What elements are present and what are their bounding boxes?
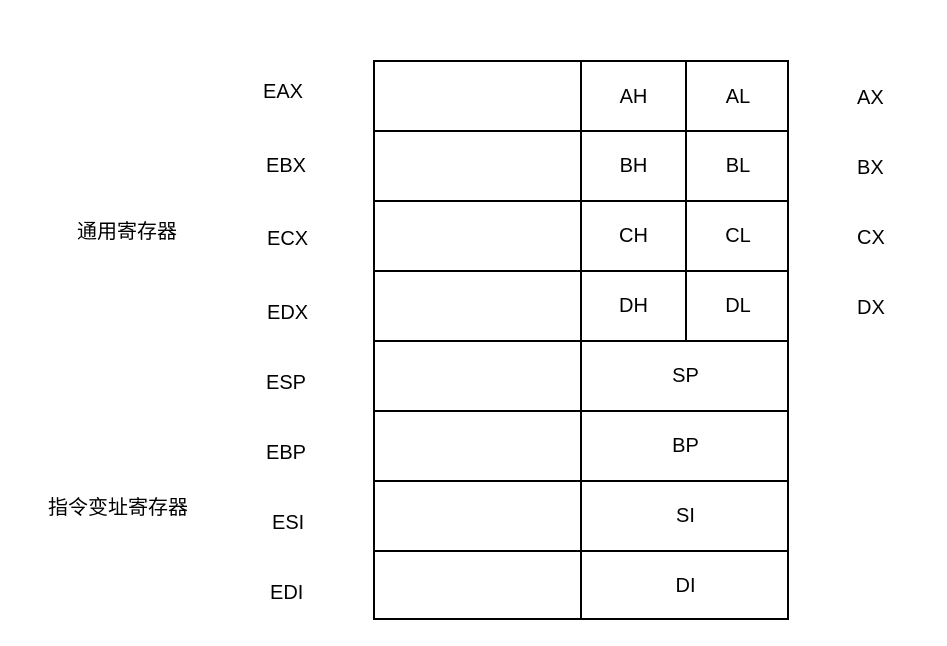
upper-half-cell (375, 412, 580, 480)
index-registers-label: 指令变址寄存器 (48, 495, 188, 519)
lower-word-cell: DI (580, 552, 789, 620)
register-row-edi: DI (375, 550, 787, 620)
register-row-eax: AH AL (375, 62, 787, 132)
register-row-esp: SP (375, 340, 787, 410)
register-word-ax: AX (857, 87, 884, 109)
register-name-esp: ESP (266, 372, 307, 394)
register-name-esi: ESI (272, 512, 305, 534)
register-word-cx: CX (857, 227, 885, 249)
register-row-ebp: BP (375, 410, 787, 480)
high-byte-cell: DH (580, 272, 685, 340)
register-name-edi: EDI (270, 582, 304, 604)
register-layout-diagram: AH AL BH BL CH CL DH DL SP BP SI DI (373, 60, 789, 620)
register-name-ebp: EBP (266, 442, 307, 464)
high-byte-cell: BH (580, 132, 685, 200)
register-name-ecx: ECX (267, 228, 309, 250)
register-word-dx: DX (857, 297, 885, 319)
register-row-esi: SI (375, 480, 787, 550)
register-name-ebx: EBX (266, 155, 307, 177)
upper-half-cell (375, 552, 580, 620)
register-name-edx: EDX (267, 302, 309, 324)
upper-half-cell (375, 342, 580, 410)
upper-half-cell (375, 482, 580, 550)
register-name-eax: EAX (263, 81, 304, 103)
lower-word-cell: SI (580, 482, 789, 550)
low-byte-cell: BL (685, 132, 789, 200)
register-row-edx: DH DL (375, 270, 787, 340)
upper-half-cell (375, 132, 580, 200)
high-byte-cell: AH (580, 62, 685, 132)
high-byte-cell: CH (580, 202, 685, 270)
register-row-ebx: BH BL (375, 130, 787, 200)
upper-half-cell (375, 62, 580, 132)
general-registers-label: 通用寄存器 (77, 219, 177, 243)
low-byte-cell: AL (685, 62, 789, 132)
lower-word-cell: SP (580, 342, 789, 410)
low-byte-cell: CL (685, 202, 789, 270)
lower-word-cell: BP (580, 412, 789, 480)
register-row-ecx: CH CL (375, 200, 787, 270)
low-byte-cell: DL (685, 272, 789, 340)
register-word-bx: BX (857, 157, 884, 179)
upper-half-cell (375, 272, 580, 340)
upper-half-cell (375, 202, 580, 270)
